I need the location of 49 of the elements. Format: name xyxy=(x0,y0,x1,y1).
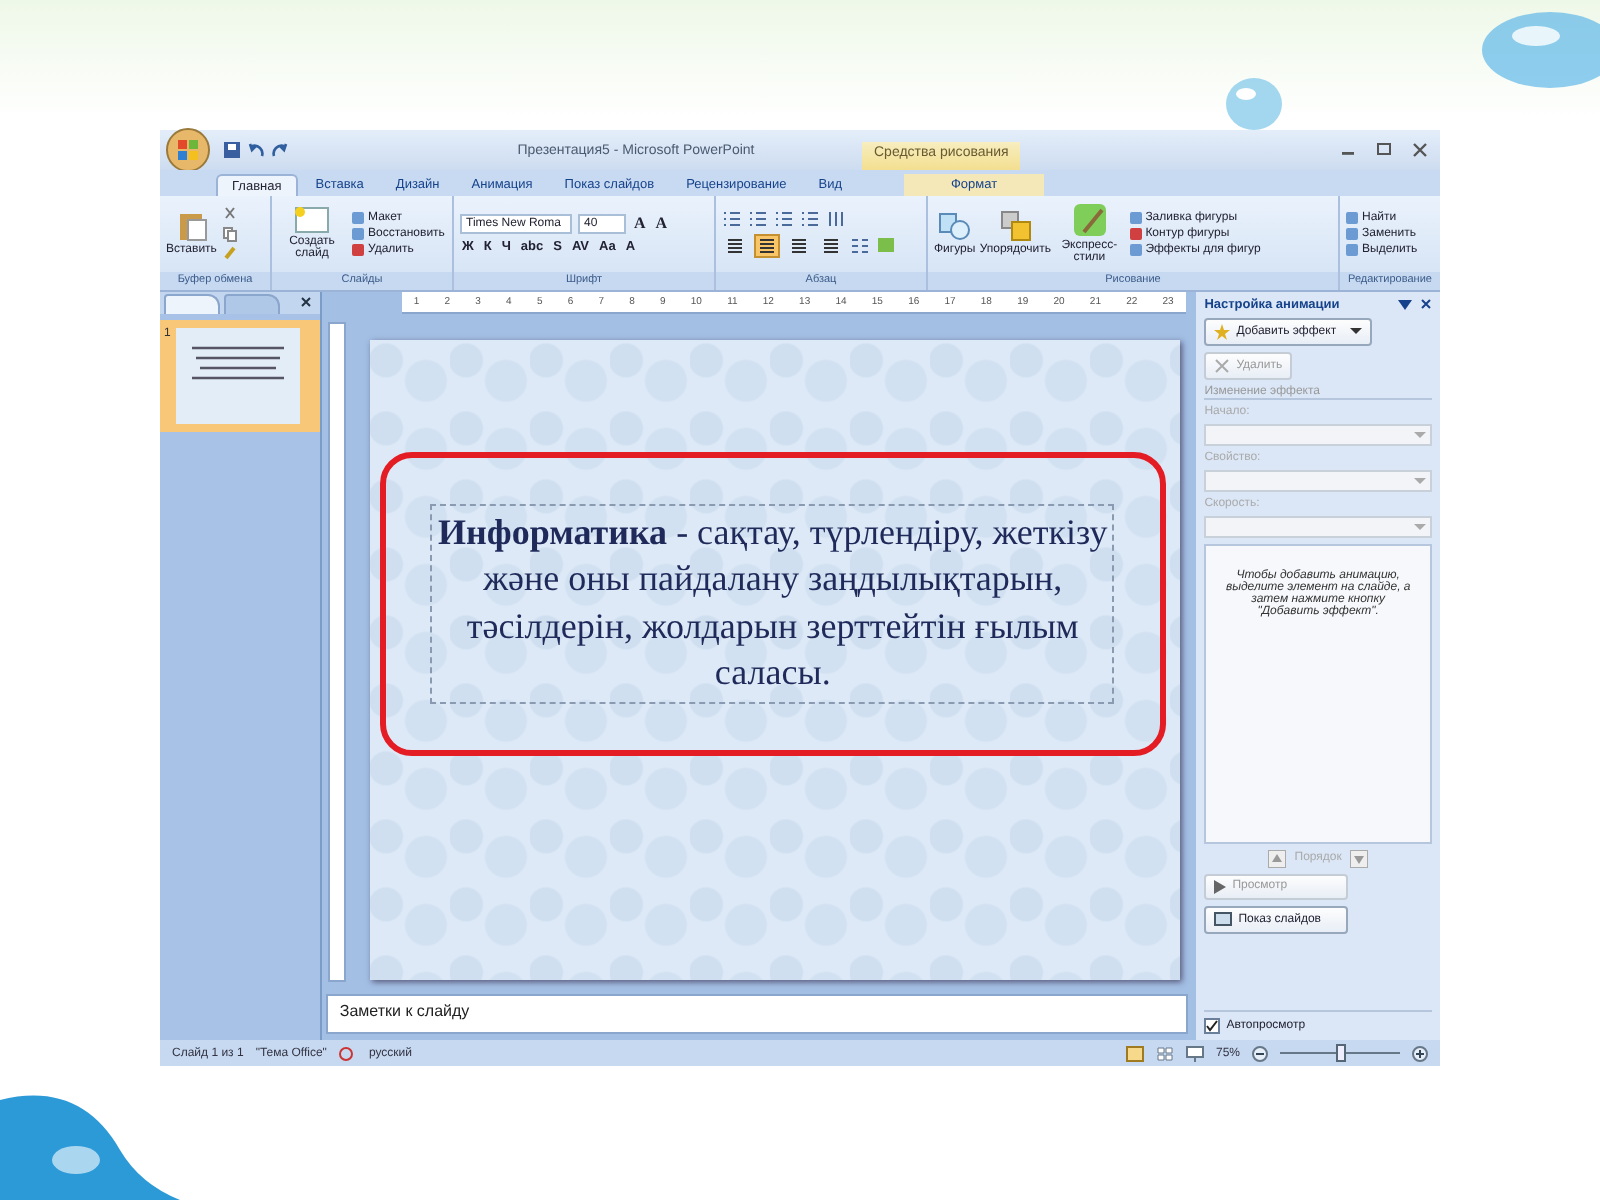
water-drop-drawing xyxy=(1480,10,1600,90)
zoom-out-icon[interactable] xyxy=(1252,1045,1268,1061)
office-logo-button[interactable] xyxy=(166,128,210,172)
list-icon[interactable] xyxy=(800,209,820,228)
font-size-button[interactable]: A xyxy=(632,214,648,233)
shapes-icon xyxy=(938,210,971,243)
notes-field[interactable]: Заметки к слайду xyxy=(325,994,1189,1035)
star-icon xyxy=(1214,323,1231,340)
maximize-icon[interactable] xyxy=(1376,142,1392,158)
list-icon[interactable] xyxy=(774,209,794,228)
sorter-view-icon[interactable] xyxy=(1155,1045,1174,1061)
scissors-icon[interactable] xyxy=(222,205,239,222)
dropdown-field[interactable] xyxy=(1204,515,1432,538)
move-down-icon[interactable] xyxy=(1349,849,1368,868)
copy-icon[interactable] xyxy=(222,225,239,242)
brush-swatch-icon xyxy=(1071,202,1108,239)
close-icon[interactable] xyxy=(299,296,312,309)
slideshow-view-icon[interactable] xyxy=(1185,1045,1204,1061)
font-size-button[interactable]: A xyxy=(653,214,670,233)
list-icon[interactable] xyxy=(748,209,768,228)
normal-view-icon[interactable] xyxy=(1125,1045,1144,1061)
zoom-in-icon[interactable] xyxy=(1412,1045,1428,1061)
move-up-icon[interactable] xyxy=(1268,849,1287,868)
remove-icon xyxy=(1214,357,1231,374)
slide-text[interactable]: Информатика - сақтау, түрлендіру, жеткізу және оны пайдалану заңдылықтарын, тәсілдерін, жолдарын зерттейтін ғылым саласы. xyxy=(430,504,1115,704)
dropdown-field[interactable] xyxy=(1204,423,1432,446)
caret-icon[interactable] xyxy=(1398,299,1412,310)
slide-icon xyxy=(294,206,330,235)
undo-icon[interactable] xyxy=(248,142,264,158)
close-icon[interactable] xyxy=(1412,142,1428,158)
checkbox[interactable] xyxy=(1204,1018,1221,1035)
water-drop-drawing xyxy=(1224,76,1284,132)
slide-thumbnail-drawing xyxy=(176,327,301,424)
stacked-squares-icon xyxy=(999,210,1032,243)
redo-icon[interactable] xyxy=(272,142,288,158)
save-icon[interactable] xyxy=(224,142,240,158)
clipboard-icon xyxy=(175,210,208,243)
spelling-icon[interactable] xyxy=(338,1045,357,1061)
play-icon xyxy=(1214,879,1227,894)
align-button[interactable] xyxy=(754,233,780,258)
close-icon[interactable] xyxy=(1420,298,1432,311)
columns-icon[interactable] xyxy=(850,236,870,255)
align-button[interactable] xyxy=(786,233,812,258)
list-icon[interactable] xyxy=(722,209,742,228)
screen-icon xyxy=(1214,911,1233,928)
align-button[interactable] xyxy=(818,233,844,258)
dropdown-field[interactable] xyxy=(1204,469,1432,492)
text-direction-icon[interactable] xyxy=(826,209,846,228)
align-button[interactable] xyxy=(722,233,748,258)
